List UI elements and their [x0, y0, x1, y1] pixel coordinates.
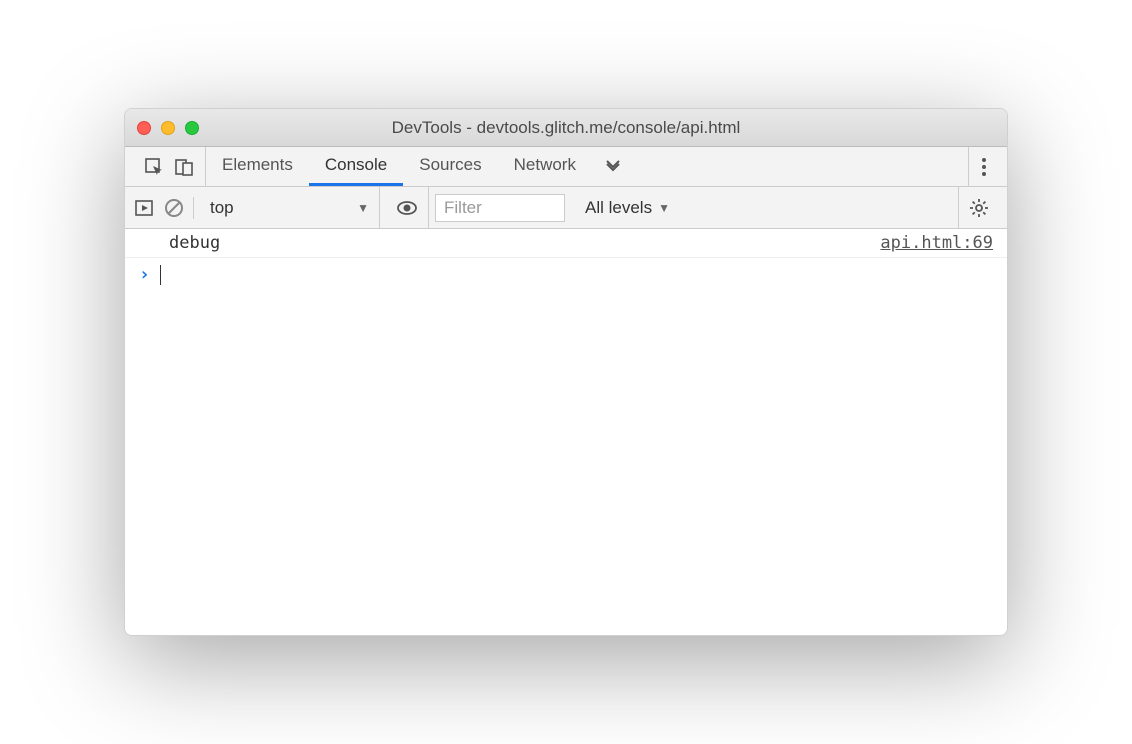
more-tabs-button[interactable]	[592, 147, 634, 186]
chevron-down-icon: ▼	[658, 201, 670, 215]
devtools-window: DevTools - devtools.glitch.me/console/ap…	[124, 108, 1008, 636]
tab-sources[interactable]: Sources	[403, 147, 497, 186]
console-settings-icon[interactable]	[958, 187, 999, 228]
log-levels-label: All levels	[585, 198, 652, 218]
window-titlebar: DevTools - devtools.glitch.me/console/ap…	[125, 109, 1007, 147]
tab-console[interactable]: Console	[309, 147, 403, 186]
minimize-window-button[interactable]	[161, 121, 175, 135]
device-toolbar-icon[interactable]	[173, 156, 195, 178]
console-prompt[interactable]: ›	[125, 258, 1007, 291]
toggle-sidebar-icon[interactable]	[133, 197, 155, 219]
filter-input[interactable]	[435, 194, 565, 222]
live-expression-icon[interactable]	[386, 187, 429, 228]
kebab-menu-button[interactable]	[968, 147, 999, 186]
traffic-lights	[137, 121, 199, 135]
prompt-cursor	[160, 265, 161, 285]
log-source-link[interactable]: api.html:69	[880, 233, 993, 253]
execution-context-dropdown[interactable]: top ▼	[200, 187, 380, 228]
console-output: debug api.html:69 ›	[125, 229, 1007, 635]
log-message: debug	[169, 233, 880, 253]
panel-tabs-row: Elements Console Sources Network	[125, 147, 1007, 187]
inspect-element-icon[interactable]	[143, 156, 165, 178]
window-title: DevTools - devtools.glitch.me/console/ap…	[125, 118, 1007, 138]
tab-network[interactable]: Network	[498, 147, 592, 186]
console-toolbar: top ▼ All levels ▼	[125, 187, 1007, 229]
close-window-button[interactable]	[137, 121, 151, 135]
execution-context-label: top	[210, 198, 234, 218]
tab-elements[interactable]: Elements	[206, 147, 309, 186]
clear-console-icon[interactable]	[163, 197, 185, 219]
prompt-chevron-icon: ›	[139, 264, 150, 285]
maximize-window-button[interactable]	[185, 121, 199, 135]
log-levels-dropdown[interactable]: All levels ▼	[577, 198, 678, 218]
chevron-down-icon: ▼	[357, 201, 369, 215]
console-log-row: debug api.html:69	[125, 229, 1007, 258]
tabs-list: Elements Console Sources Network	[206, 147, 592, 186]
